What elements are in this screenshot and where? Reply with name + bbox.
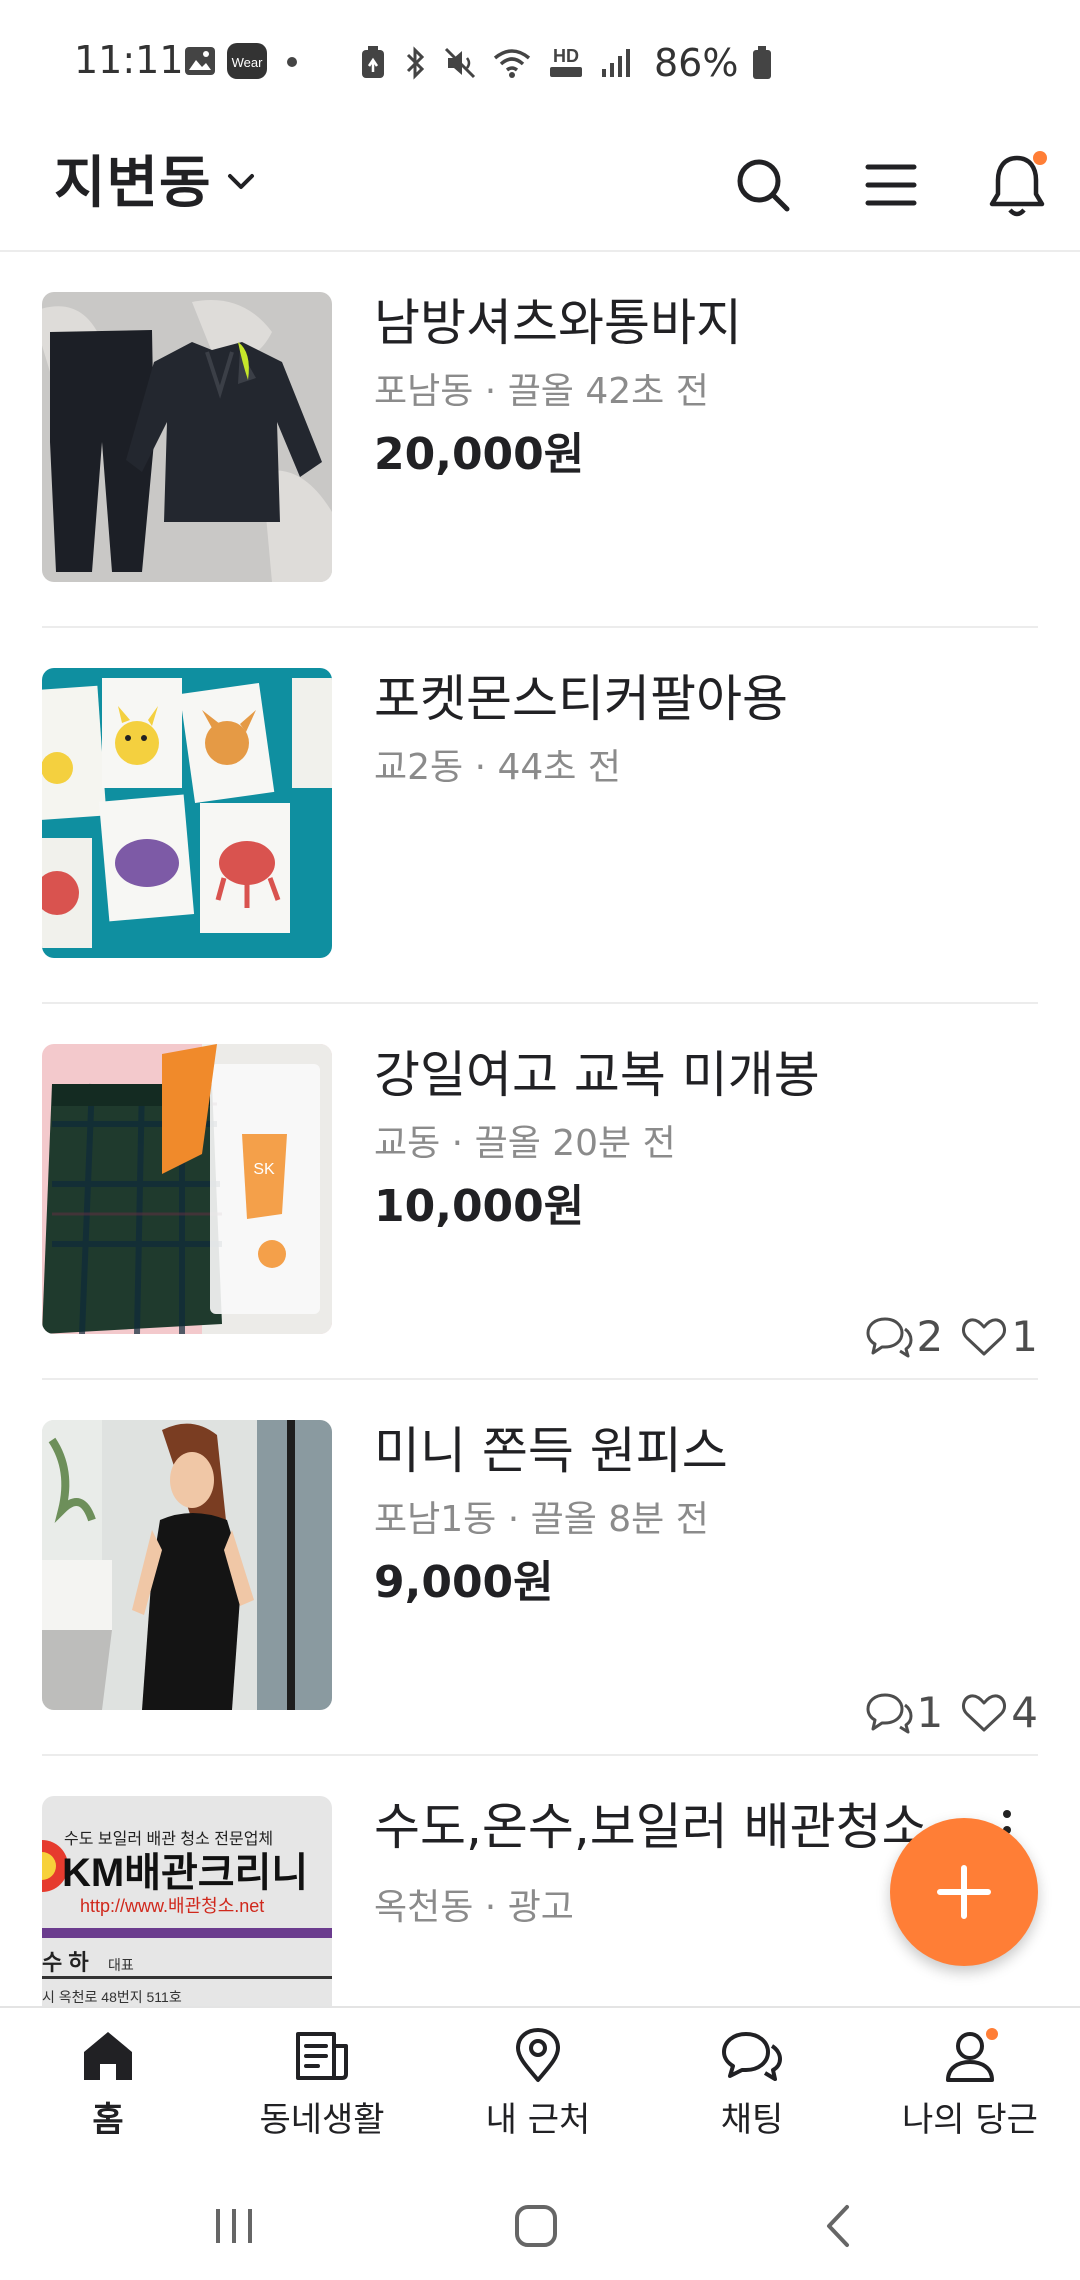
home-icon — [84, 2032, 132, 2080]
product-stats: 2 1 — [847, 1312, 1038, 1361]
hd-voice-icon: HD — [550, 46, 582, 77]
comment-count-value: 2 — [916, 1312, 944, 1361]
product-list-item[interactable]: 미니 쫀득 원피스 포남1동 · 끌올 8분 전 9,000원 1 4 — [42, 1380, 1038, 1756]
chat-bubble-icon — [866, 1693, 913, 1733]
nav-label: 홈 — [92, 2100, 124, 2140]
mute-icon — [444, 47, 476, 79]
system-navigation-bar — [0, 2156, 1080, 2280]
bell-icon — [989, 151, 1047, 217]
nav-chat[interactable]: 채팅 — [652, 2028, 852, 2152]
battery-percent: 86% — [654, 41, 739, 85]
product-price: 20,000원 — [374, 429, 585, 480]
product-title: 미니 쫀득 원피스 — [374, 1422, 728, 1480]
status-bar: 11:11 Wear HD 86% — [0, 0, 1080, 120]
menu-button[interactable] — [848, 142, 934, 228]
product-title: 강일여고 교복 미개봉 — [374, 1046, 820, 1104]
product-list-item[interactable]: 포켓몬스티커팔아용 교2동 · 44초 전 — [42, 628, 1038, 1004]
comment-count: 1 — [865, 1688, 944, 1737]
location-selector[interactable]: 지변동 — [54, 138, 256, 219]
wear-badge-text: Wear — [232, 55, 263, 70]
nav-home[interactable]: 홈 — [8, 2028, 208, 2152]
like-count-value: 1 — [1011, 1312, 1038, 1361]
plus-icon — [937, 1865, 991, 1919]
search-button[interactable] — [720, 142, 806, 228]
comment-count: 2 — [865, 1312, 944, 1361]
ad-url: http://www.배관청소.net — [80, 1896, 264, 1916]
nav-my-profile[interactable]: 나의 당근 — [870, 2028, 1070, 2152]
back-icon — [827, 2205, 849, 2247]
product-list-item[interactable]: SK 강일여고 교복 미개봉 교동 · 끌올 20분 전 10,000원 2 1 — [42, 1004, 1038, 1380]
nav-neighborhood[interactable]: 동네생활 — [222, 2028, 422, 2152]
heart-icon — [962, 1317, 1007, 1355]
product-title: 남방셔츠와통바지 — [374, 294, 742, 352]
bluetooth-icon — [406, 46, 425, 80]
product-price: 9,000원 — [374, 1557, 554, 1608]
wear-notification-icon: Wear — [227, 43, 267, 79]
product-thumbnail — [42, 668, 332, 958]
ad-meta: 옥천동 · 광고 — [374, 1887, 574, 1928]
product-price: 10,000원 — [374, 1181, 585, 1232]
status-time: 11:11 — [74, 38, 184, 82]
nav-label: 내 근처 — [485, 2100, 591, 2140]
ad-brand: KM배관크리니 — [62, 1851, 308, 1895]
ad-name: 수 하 — [42, 1950, 89, 1975]
profile-notification-dot — [986, 2028, 998, 2040]
home-system-icon — [515, 2205, 557, 2247]
location-name: 지변동 — [54, 151, 212, 216]
product-list-item[interactable]: 남방셔츠와통바지 포남동 · 끌올 42초 전 20,000원 — [42, 252, 1038, 628]
hd-voice-text: HD — [553, 46, 579, 66]
chevron-down-icon — [227, 173, 254, 189]
menu-icon — [865, 164, 917, 206]
status-icons: HD 86% — [360, 38, 772, 88]
product-meta: 교동 · 끌올 20분 전 — [374, 1123, 676, 1164]
ad-role: 대표 — [108, 1957, 134, 1973]
more-notifications-dot-icon — [287, 57, 297, 67]
search-icon — [737, 159, 790, 212]
recent-apps-icon — [216, 2209, 252, 2243]
recent-apps-button[interactable] — [194, 2196, 274, 2256]
ad-thumbnail: 수도 보일러 배관 청소 전문업체 KM배관크리니 http://www.배관청… — [42, 1796, 332, 2006]
gallery-notification-icon — [185, 47, 215, 75]
product-meta: 포남동 · 끌올 42초 전 — [374, 371, 709, 412]
wifi-icon — [493, 49, 531, 78]
like-count: 1 — [961, 1312, 1038, 1361]
home-system-button[interactable] — [496, 2196, 576, 2256]
like-count: 4 — [961, 1688, 1038, 1737]
nav-label: 채팅 — [720, 2100, 784, 2140]
heart-icon — [962, 1693, 1007, 1731]
nav-nearby[interactable]: 내 근처 — [438, 2028, 638, 2152]
back-button[interactable] — [798, 2196, 878, 2256]
ad-address: 시 옥천로 48번지 511호 — [42, 1989, 182, 2005]
nav-label: 나의 당근 — [902, 2100, 1038, 2140]
nav-label: 동네생활 — [259, 2100, 385, 2140]
product-thumbnail — [42, 292, 332, 582]
product-meta: 포남1동 · 끌올 8분 전 — [374, 1499, 709, 1540]
comment-count-value: 1 — [916, 1688, 944, 1737]
chat-icon — [722, 2032, 782, 2081]
neighborhood-icon — [296, 2032, 348, 2080]
notifications-button[interactable] — [974, 142, 1060, 228]
svg-text:SK: SK — [253, 1161, 275, 1178]
profile-icon — [946, 2028, 998, 2082]
product-title: 포켓몬스티커팔아용 — [374, 670, 788, 728]
notification-dot — [1033, 151, 1047, 165]
chat-bubble-icon — [866, 1317, 913, 1357]
battery-saver-icon — [362, 46, 384, 78]
product-stats: 1 4 — [847, 1688, 1038, 1737]
product-feed: 남방셔츠와통바지 포남동 · 끌올 42초 전 20,000원 포켓몬스티커팔아… — [0, 252, 1080, 2006]
ad-title: 수도,온수,보일러 배관청소 — [374, 1798, 928, 1856]
bottom-navigation: 홈 동네생활 내 근처 채팅 나의 당근 — [0, 2006, 1080, 2158]
product-meta: 교2동 · 44초 전 — [374, 747, 621, 788]
ad-line1: 수도 보일러 배관 청소 전문업체 — [64, 1830, 273, 1848]
ad-list-item[interactable]: 수도 보일러 배관 청소 전문업체 KM배관크리니 http://www.배관청… — [42, 1756, 1038, 2006]
product-thumbnail — [42, 1420, 332, 1710]
write-post-button[interactable] — [890, 1818, 1038, 1966]
location-pin-icon — [516, 2028, 560, 2082]
battery-icon — [753, 46, 772, 79]
signal-icon — [602, 49, 630, 77]
app-header: 지변동 — [0, 120, 1080, 252]
product-thumbnail: SK — [42, 1044, 332, 1334]
like-count-value: 4 — [1011, 1688, 1038, 1737]
